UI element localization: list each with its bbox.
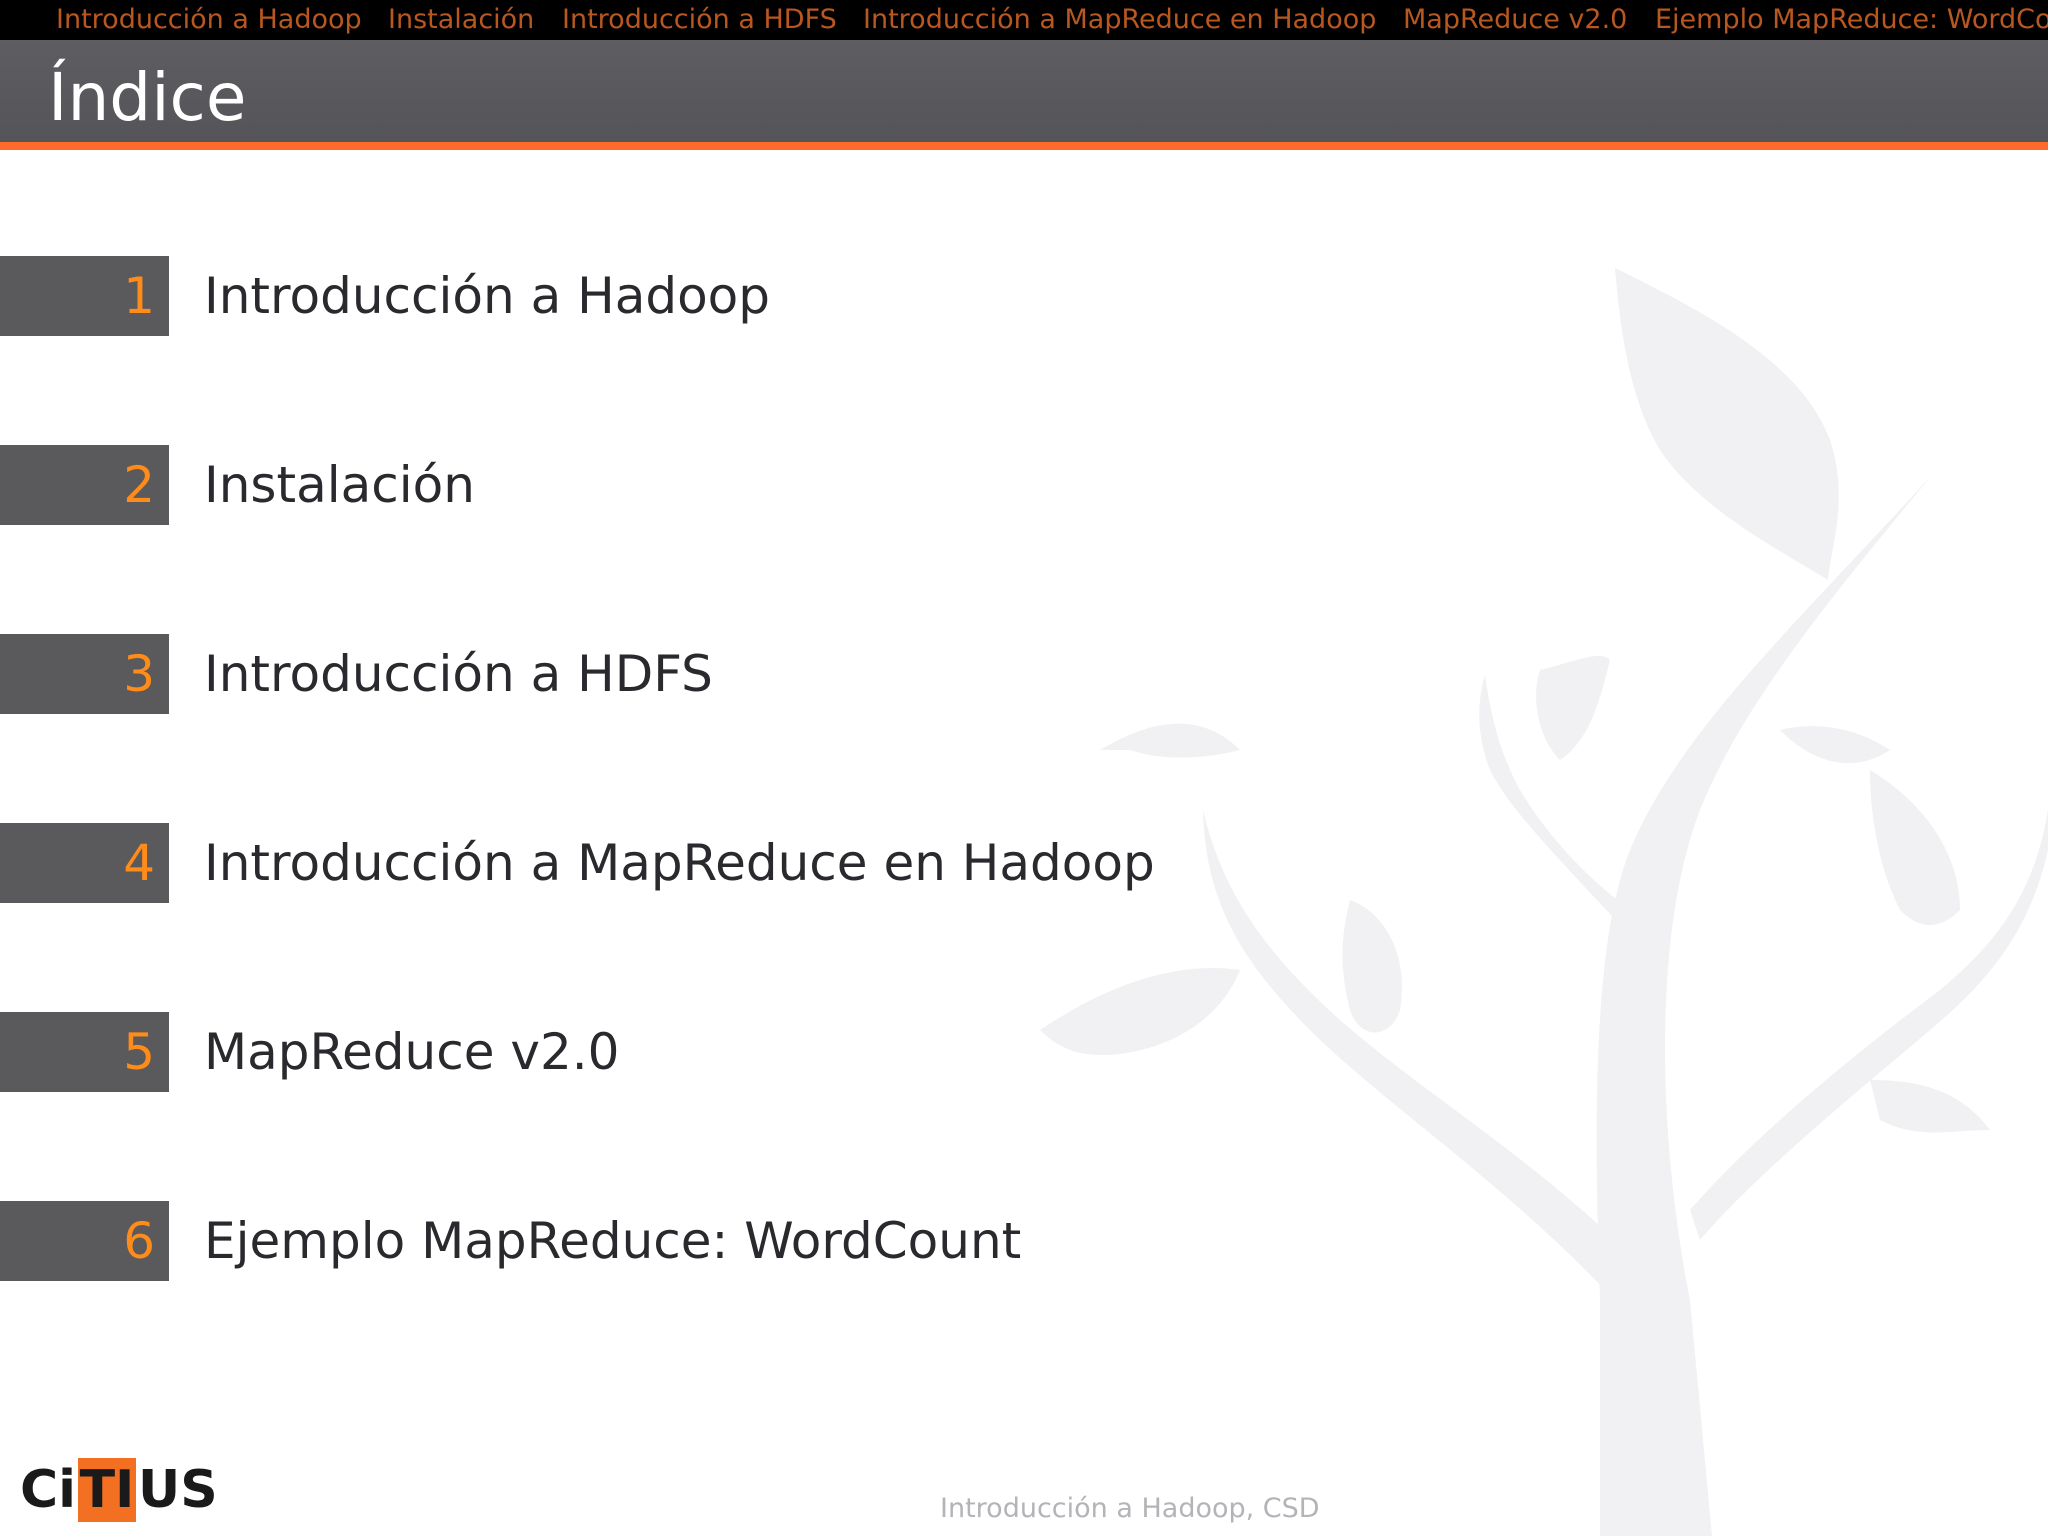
nav-item-ejemplo-wordcount[interactable]: Ejemplo MapReduce: WordCount <box>1655 4 2048 36</box>
toc-label[interactable]: Introducción a MapReduce en Hadoop <box>204 835 1155 891</box>
title-bar: Índice <box>0 40 2048 150</box>
toc-item-5[interactable]: 5 MapReduce v2.0 <box>0 1012 1400 1094</box>
toc-label[interactable]: Introducción a Hadoop <box>204 268 770 324</box>
toc-item-3[interactable]: 3 Introducción a HDFS <box>0 634 1400 716</box>
footer-text: Introducción a Hadoop, CSD <box>940 1493 1320 1524</box>
toc-number: 3 <box>123 645 155 703</box>
citius-logo: CiTIUS <box>20 1458 218 1522</box>
nav-item-introduccion-hadoop[interactable]: Introducción a Hadoop <box>56 4 362 36</box>
section-navbar: Introducción a Hadoop Instalación Introd… <box>0 0 2048 40</box>
toc-label[interactable]: MapReduce v2.0 <box>204 1024 619 1080</box>
toc-number: 4 <box>123 834 155 892</box>
toc-item-4[interactable]: 4 Introducción a MapReduce en Hadoop <box>0 823 1400 905</box>
toc-number: 2 <box>123 456 155 514</box>
slide-title: Índice <box>48 59 247 136</box>
logo-text-us: US <box>138 1460 218 1520</box>
nav-item-introduccion-mapreduce[interactable]: Introducción a MapReduce en Hadoop <box>863 4 1376 36</box>
nav-item-mapreduce-v2[interactable]: MapReduce v2.0 <box>1403 4 1627 36</box>
toc-number-box: 5 <box>0 1012 169 1092</box>
toc-label[interactable]: Instalación <box>204 457 475 513</box>
toc-number-box: 4 <box>0 823 169 903</box>
nav-item-introduccion-hdfs[interactable]: Introducción a HDFS <box>562 4 837 36</box>
toc-number-box: 1 <box>0 256 169 336</box>
toc-number: 6 <box>123 1212 155 1270</box>
toc-number: 5 <box>123 1023 155 1081</box>
logo-text-ci: Ci <box>20 1460 76 1520</box>
toc-item-6[interactable]: 6 Ejemplo MapReduce: WordCount <box>0 1201 1400 1283</box>
toc-number-box: 6 <box>0 1201 169 1281</box>
toc-number: 1 <box>123 267 155 325</box>
logo-text-ti: TI <box>78 1458 136 1522</box>
toc-label[interactable]: Introducción a HDFS <box>204 646 713 702</box>
toc-item-1[interactable]: 1 Introducción a Hadoop <box>0 256 1400 338</box>
toc-number-box: 3 <box>0 634 169 714</box>
toc-number-box: 2 <box>0 445 169 525</box>
nav-item-instalacion[interactable]: Instalación <box>388 4 534 36</box>
toc-item-2[interactable]: 2 Instalación <box>0 445 1400 527</box>
toc-label[interactable]: Ejemplo MapReduce: WordCount <box>204 1213 1021 1269</box>
